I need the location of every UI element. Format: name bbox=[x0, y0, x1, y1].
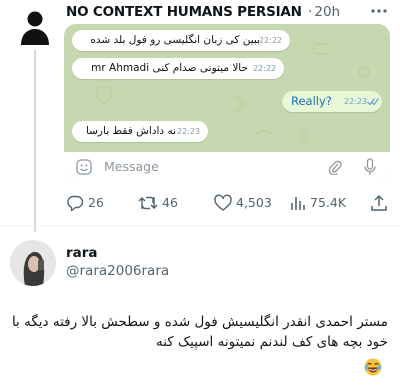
outgoing-message-bubble[interactable]: Really? 22:23 bbox=[282, 91, 382, 112]
retweet-icon bbox=[138, 196, 158, 210]
message-input-bar: Message bbox=[64, 152, 390, 182]
message-bubble[interactable]: نه داداش فقط بارسا 22:23 bbox=[72, 121, 208, 142]
message-text: ببین کی زبان انگلیسی رو فول بلد شده bbox=[90, 34, 260, 46]
views-icon bbox=[291, 197, 305, 210]
message-bubble[interactable]: حالا میتونی صدام کنی mr Ahmadi 22:22 bbox=[72, 58, 284, 79]
reply-icon bbox=[67, 195, 84, 212]
tweet-separator: · bbox=[308, 4, 313, 20]
share-button[interactable] bbox=[370, 194, 388, 212]
message-time: 22:22 bbox=[252, 64, 276, 73]
thread-line bbox=[34, 50, 36, 232]
mic-icon[interactable] bbox=[364, 158, 376, 176]
reply-author-handle[interactable]: @rara2006rara bbox=[66, 262, 169, 280]
tweet-header: NO CONTEXT HUMANS PERSIAN · 20h bbox=[66, 2, 366, 22]
divider bbox=[0, 226, 400, 227]
reply-button[interactable]: 26 bbox=[66, 194, 110, 212]
default-avatar-icon[interactable] bbox=[18, 8, 52, 46]
reply-author-name[interactable]: rara bbox=[66, 244, 98, 262]
profile-photo bbox=[10, 240, 56, 286]
like-icon bbox=[214, 194, 232, 211]
avatar[interactable] bbox=[10, 240, 56, 286]
more-icon[interactable] bbox=[367, 2, 391, 20]
message-time: 22:22 bbox=[258, 36, 282, 45]
emoji-icon[interactable] bbox=[76, 159, 92, 175]
retweet-button[interactable]: 46 bbox=[138, 194, 182, 212]
share-icon bbox=[371, 194, 387, 211]
message-time: 22:23 bbox=[344, 97, 368, 106]
message-placeholder[interactable]: Message bbox=[104, 159, 159, 175]
chat-screenshot[interactable]: ببین کی زبان انگلیسی رو فول بلد شده 22:2… bbox=[64, 24, 390, 182]
laugh-emoji: 😂 bbox=[364, 358, 382, 376]
message-bubble[interactable]: ببین کی زبان انگلیسی رو فول بلد شده 22:2… bbox=[72, 30, 290, 51]
chat-background: ببین کی زبان انگلیسی رو فول بلد شده 22:2… bbox=[64, 24, 390, 182]
views-count: 75.4K bbox=[310, 195, 347, 210]
reply-count: 26 bbox=[88, 195, 104, 210]
message-text: نه داداش فقط بارسا bbox=[85, 125, 176, 137]
like-count: 4,503 bbox=[236, 195, 272, 210]
reply-text: مستر احمدی انقدر انگلیسیش فول شده و سطحش… bbox=[11, 314, 388, 350]
like-button[interactable]: 4,503 bbox=[214, 194, 274, 212]
author-name[interactable]: NO CONTEXT HUMANS PERSIAN bbox=[66, 4, 302, 20]
tweet-time[interactable]: 20h bbox=[314, 4, 340, 20]
views-button[interactable]: 75.4K bbox=[290, 194, 350, 212]
message-text: Really? bbox=[291, 94, 332, 108]
attach-icon[interactable] bbox=[328, 159, 342, 175]
double-check-icon bbox=[367, 98, 379, 106]
retweet-count: 46 bbox=[162, 195, 178, 210]
message-time: 22:23 bbox=[176, 127, 200, 136]
message-text: حالا میتونی صدام کنی mr Ahmadi bbox=[91, 62, 248, 74]
